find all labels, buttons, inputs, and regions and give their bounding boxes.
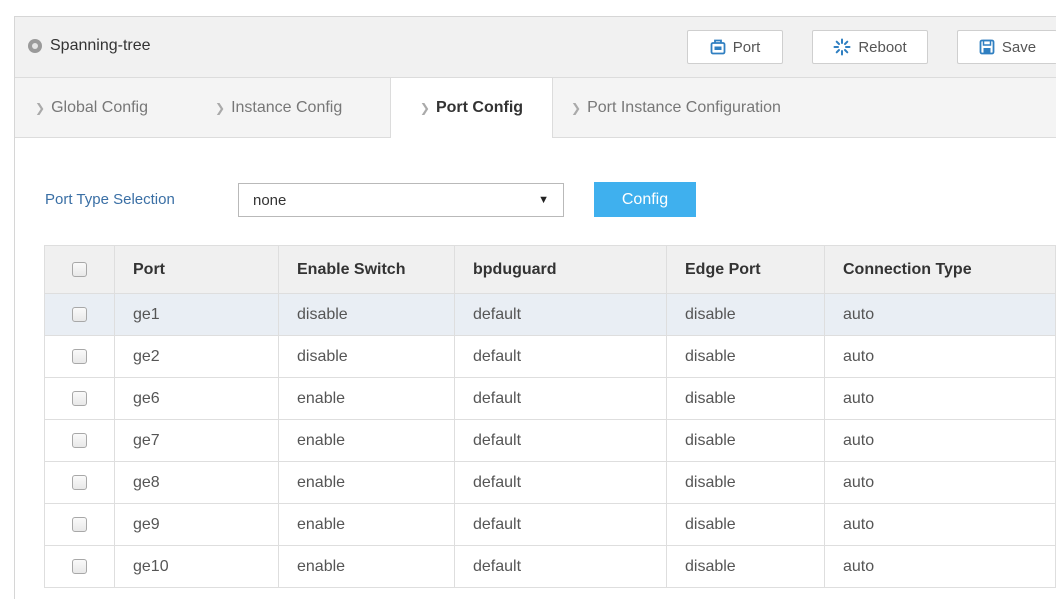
- row-checkbox-cell: [44, 461, 115, 504]
- cell-connection-type: auto: [824, 293, 1056, 336]
- cell-port: ge10: [114, 545, 279, 588]
- cell-edge-port: disable: [666, 461, 825, 504]
- table-row[interactable]: ge8 enable default disable auto: [44, 461, 1056, 504]
- column-header-connection-type[interactable]: Connection Type: [824, 245, 1056, 294]
- tab-port-instance-configuration[interactable]: ❯ Port Instance Configuration: [571, 78, 781, 137]
- cell-enable-switch: disable: [278, 335, 455, 378]
- chevron-right-icon: ❯: [419, 101, 430, 115]
- cell-enable-switch: enable: [278, 545, 455, 588]
- select-all-checkbox[interactable]: [72, 261, 87, 277]
- cell-connection-type: auto: [824, 503, 1056, 546]
- row-checkbox-cell: [44, 419, 115, 462]
- cell-bpduguard: default: [454, 377, 667, 420]
- table-row[interactable]: ge2 disable default disable auto: [44, 335, 1056, 378]
- cell-connection-type: auto: [824, 377, 1056, 420]
- tab-label: Instance Config: [231, 98, 343, 116]
- dropdown-arrow-icon: ▼: [538, 194, 549, 206]
- row-checkbox-cell: [44, 335, 115, 378]
- tab-port-config[interactable]: ❯ Port Config: [390, 78, 553, 138]
- port-button-label: Port: [732, 38, 761, 56]
- panel-header: Spanning-tree Port Reboot Save: [15, 17, 1056, 78]
- cell-bpduguard: default: [454, 503, 667, 546]
- spanning-tree-panel: Spanning-tree Port Reboot Save ❯ Global …: [14, 16, 1056, 599]
- row-checkbox-cell: [44, 545, 115, 588]
- reboot-button-label: Reboot: [858, 38, 907, 56]
- port-button[interactable]: Port: [687, 30, 783, 64]
- chevron-right-icon: ❯: [571, 100, 582, 115]
- chevron-right-icon: ❯: [215, 100, 226, 115]
- cell-bpduguard: default: [454, 545, 667, 588]
- table-row[interactable]: ge6 enable default disable auto: [44, 377, 1056, 420]
- table-row[interactable]: ge1 disable default disable auto: [44, 293, 1056, 336]
- cell-enable-switch: enable: [278, 503, 455, 546]
- column-header-enable-switch[interactable]: Enable Switch: [278, 245, 455, 294]
- row-checkbox[interactable]: [72, 432, 87, 448]
- cell-port: ge8: [114, 461, 279, 504]
- cell-port: ge2: [114, 335, 279, 378]
- cell-enable-switch: enable: [278, 377, 455, 420]
- cell-connection-type: auto: [824, 545, 1056, 588]
- row-checkbox[interactable]: [72, 390, 87, 406]
- row-checkbox[interactable]: [72, 306, 87, 322]
- save-icon: [979, 39, 995, 55]
- port-type-select[interactable]: none ▼: [238, 183, 564, 217]
- save-button-label: Save: [1001, 38, 1037, 56]
- row-checkbox-cell: [44, 503, 115, 546]
- row-checkbox-cell: [44, 293, 115, 336]
- cell-connection-type: auto: [824, 335, 1056, 378]
- cell-bpduguard: default: [454, 293, 667, 336]
- select-all-cell: [44, 245, 115, 294]
- tab-global-config[interactable]: ❯ Global Config: [35, 78, 148, 137]
- cell-port: ge7: [114, 419, 279, 462]
- config-button[interactable]: Config: [594, 182, 696, 217]
- table-row[interactable]: ge7 enable default disable auto: [44, 419, 1056, 462]
- tab-label: Port Config: [435, 99, 524, 116]
- reboot-button[interactable]: Reboot: [812, 30, 928, 64]
- cell-edge-port: disable: [666, 293, 825, 336]
- table-header-row: Port Enable Switch bpduguard Edge Port C…: [44, 245, 1056, 294]
- port-type-selection-label: Port Type Selection: [45, 191, 175, 208]
- column-header-bpduguard[interactable]: bpduguard: [454, 245, 667, 294]
- cell-edge-port: disable: [666, 503, 825, 546]
- row-checkbox[interactable]: [72, 474, 87, 490]
- port-config-table: Port Enable Switch bpduguard Edge Port C…: [44, 245, 1056, 588]
- row-checkbox[interactable]: [72, 348, 87, 364]
- cell-edge-port: disable: [666, 419, 825, 462]
- page-title: Spanning-tree: [50, 37, 151, 54]
- cell-bpduguard: default: [454, 335, 667, 378]
- cell-connection-type: auto: [824, 419, 1056, 462]
- cell-enable-switch: enable: [278, 461, 455, 504]
- cell-edge-port: disable: [666, 335, 825, 378]
- cell-edge-port: disable: [666, 377, 825, 420]
- port-icon: [710, 39, 726, 55]
- circle-bullet-icon: [28, 39, 42, 53]
- cell-edge-port: disable: [666, 545, 825, 588]
- cell-enable-switch: disable: [278, 293, 455, 336]
- table-row[interactable]: ge10 enable default disable auto: [44, 545, 1056, 588]
- cell-bpduguard: default: [454, 419, 667, 462]
- tab-label: Global Config: [51, 98, 149, 116]
- column-header-edge-port[interactable]: Edge Port: [666, 245, 825, 294]
- tab-label: Port Instance Configuration: [587, 98, 781, 116]
- chevron-right-icon: ❯: [35, 100, 46, 115]
- cell-port: ge9: [114, 503, 279, 546]
- port-type-select-value: none: [253, 191, 287, 209]
- cell-port: ge6: [114, 377, 279, 420]
- panel-title-group: Spanning-tree: [28, 37, 151, 55]
- tab-instance-config[interactable]: ❯ Instance Config: [215, 78, 342, 137]
- tab-bar: ❯ Global Config ❯ Instance Config ❯ Port…: [15, 78, 1056, 138]
- cell-connection-type: auto: [824, 461, 1056, 504]
- save-button[interactable]: Save: [957, 30, 1056, 64]
- row-checkbox-cell: [44, 377, 115, 420]
- row-checkbox[interactable]: [72, 558, 87, 574]
- row-checkbox[interactable]: [72, 516, 87, 532]
- cell-bpduguard: default: [454, 461, 667, 504]
- reboot-spinner-icon: [833, 38, 851, 56]
- table-row[interactable]: ge9 enable default disable auto: [44, 503, 1056, 546]
- cell-enable-switch: enable: [278, 419, 455, 462]
- column-header-port[interactable]: Port: [114, 245, 279, 294]
- cell-port: ge1: [114, 293, 279, 336]
